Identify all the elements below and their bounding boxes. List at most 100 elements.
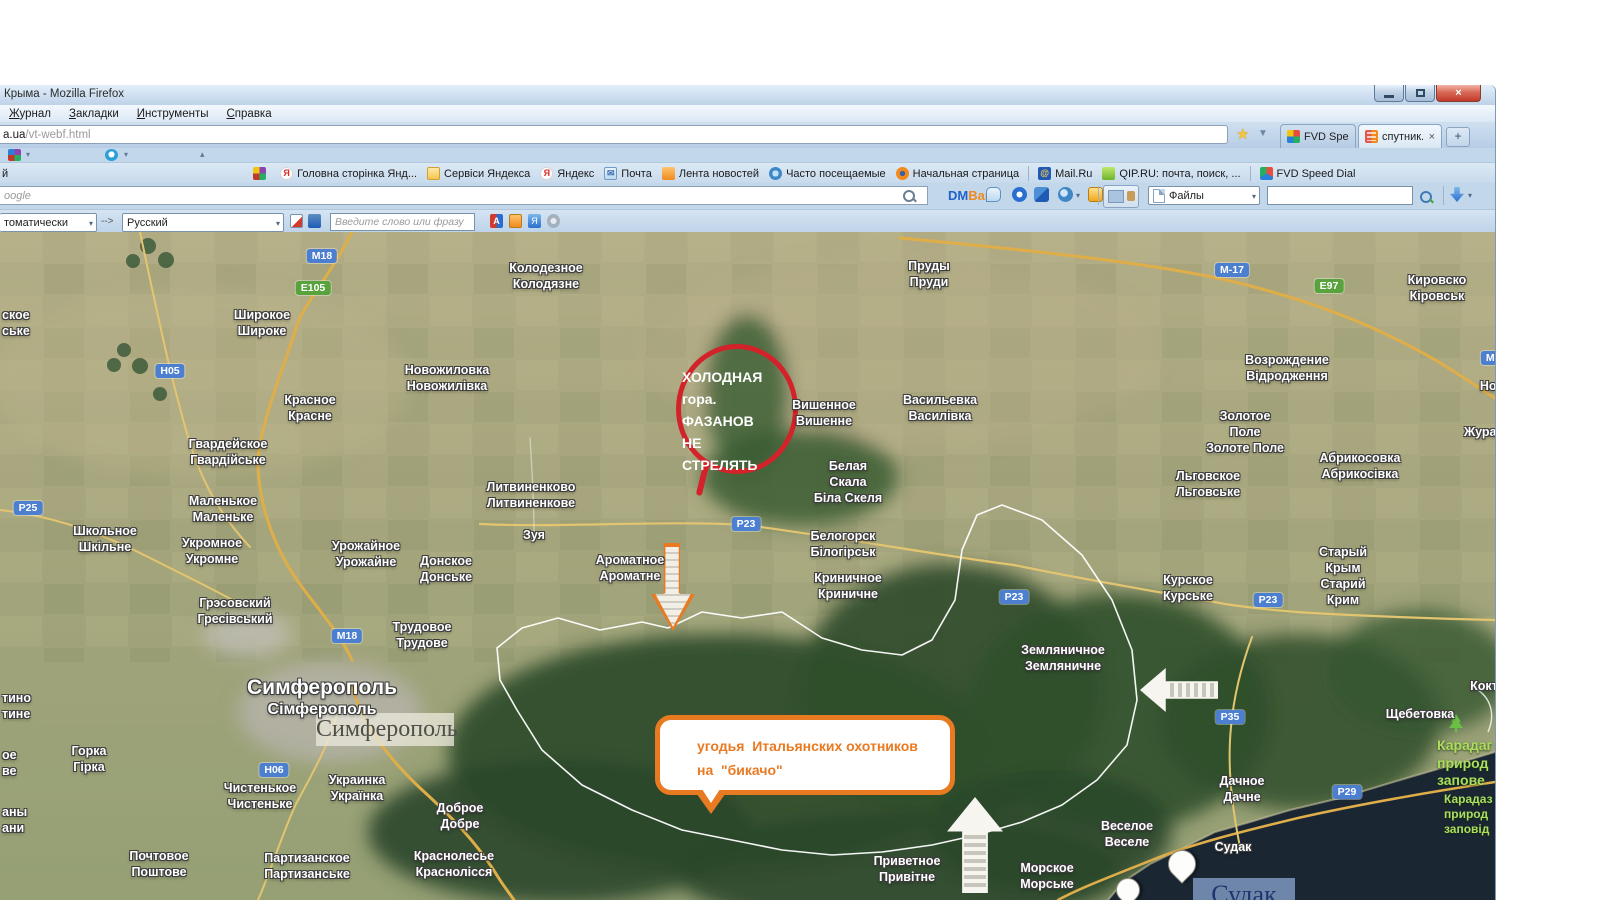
sync-icon[interactable]: [1012, 187, 1027, 202]
bookmark-item[interactable]: Часто посещаемые: [769, 167, 886, 180]
maximize-button[interactable]: [1405, 85, 1435, 102]
town-label: Журав: [1464, 424, 1495, 440]
road-badge: Р25: [14, 501, 43, 515]
bookmark-item[interactable]: @Mail.Ru: [1038, 167, 1092, 180]
chevron-down-icon[interactable]: ▾: [26, 150, 30, 159]
bookmark-item[interactable]: ЯГоловна сторінка Янд...: [280, 167, 417, 180]
browser-window: Крыма - Mozilla Firefox × ЖурналЗакладки…: [0, 85, 1496, 900]
town-label: ГрэсовскийГресівський: [197, 595, 272, 627]
town-label: ПартизанскоеПартизанське: [264, 850, 350, 882]
town-label: МаленькоеМаленьке: [189, 493, 257, 525]
map-pin[interactable]: [1111, 873, 1145, 900]
tab-fvd-speed-dial[interactable]: FVD Speed ...: [1280, 124, 1356, 148]
toolbar-separator: [1443, 186, 1444, 205]
bookmark-cut-label[interactable]: й: [2, 168, 8, 180]
town-label: ГоркаГірка: [72, 743, 107, 775]
preview-button[interactable]: [1103, 185, 1139, 208]
town-label-fragment: оеве: [2, 747, 17, 779]
bookmark-item[interactable]: Начальная страница: [896, 167, 1019, 180]
translate-from-select[interactable]: томатически ▾: [0, 213, 97, 232]
translate-page-icon[interactable]: [290, 214, 303, 228]
bookmark-item[interactable]: [253, 167, 270, 180]
chevron-down-icon: ▾: [1252, 192, 1256, 201]
chevron-down-icon[interactable]: ▾: [1076, 191, 1080, 200]
download-icon[interactable]: [1450, 187, 1464, 202]
chevron-down-icon[interactable]: ▾: [124, 150, 128, 159]
translate-word-icon[interactable]: А: [490, 214, 503, 228]
pages-icon[interactable]: [1034, 187, 1049, 202]
files-select-label: Файлы: [1169, 190, 1204, 202]
tab-sputnik-active[interactable]: спутник... ×: [1358, 124, 1442, 148]
yandex-icon: Я: [280, 167, 293, 180]
files-select[interactable]: Файлы ▾: [1148, 186, 1260, 205]
menu-item[interactable]: Инструменты: [128, 108, 218, 120]
town-label: КировскоКіровськ: [1408, 272, 1467, 304]
translate-to-select[interactable]: Русский ▾: [122, 213, 284, 232]
url-bar[interactable]: a.ua/vt-webf.html: [0, 125, 1228, 144]
bookmark-label: Яндекс: [557, 168, 594, 180]
town-label: УкраинкаУкраїнка: [329, 772, 386, 804]
screenshot-root: Крыма - Mozilla Firefox × ЖурналЗакладки…: [0, 0, 1600, 900]
town-label: ПочтовоеПоштове: [129, 848, 188, 880]
town-label: Судак: [1215, 839, 1252, 855]
window-controls: ×: [1373, 85, 1481, 102]
town-label: ЛитвиненковоЛитвиненкове: [487, 479, 576, 511]
new-tab-button[interactable]: +: [1446, 127, 1470, 147]
url-dropdown-icon[interactable]: ▼: [1258, 128, 1268, 139]
feed-icon: [662, 167, 675, 180]
clipboard-icon[interactable]: [509, 214, 522, 228]
translate-word-input[interactable]: [330, 213, 475, 231]
minimize-button[interactable]: [1374, 85, 1404, 102]
yandex-icon: Я: [540, 167, 553, 180]
menu-item[interactable]: Журнал: [0, 108, 60, 120]
road-badge: Р23: [1000, 590, 1029, 604]
addon-round-icon[interactable]: [105, 149, 118, 161]
chat-bubble-icon[interactable]: [986, 187, 1001, 202]
window-title: Крыма - Mozilla Firefox: [4, 88, 124, 100]
map-canvas[interactable]: ХОЛОДНАЯгора.ФАЗАНОВНЕСТРЕЛЯТЬ угодья Ит…: [0, 232, 1495, 900]
site-favicon: [1365, 130, 1378, 143]
collapse-toolbar-icon[interactable]: ▴: [200, 149, 205, 160]
town-label: КолодезноеКолодязне: [509, 260, 582, 292]
bookmark-item[interactable]: FVD Speed Dial: [1260, 167, 1356, 180]
tab-close-icon[interactable]: ×: [1429, 131, 1435, 143]
vocabulary-icon[interactable]: Я: [528, 214, 541, 228]
search-icon[interactable]: [903, 190, 915, 202]
translate-toolbar: томатически ▾ --> Русский ▾ А Я: [0, 209, 1495, 234]
refresh-icon[interactable]: [547, 214, 560, 228]
bookmark-item[interactable]: Я Яндекс: [540, 167, 594, 180]
bookmark-item[interactable]: Лента новостей: [662, 167, 759, 180]
town-label: ДоброеДобре: [437, 800, 484, 832]
town-label: ЗолотоеПолеЗолоте Поле: [1206, 408, 1284, 456]
bookmark-item[interactable]: Сервіси Яндекса: [427, 167, 530, 180]
grid-icon: [253, 167, 266, 180]
bookmark-star-icon[interactable]: ★: [1236, 125, 1249, 143]
title-bar[interactable]: Крыма - Mozilla Firefox ×: [0, 85, 1495, 106]
close-button[interactable]: ×: [1436, 85, 1481, 102]
globe-icon[interactable]: [1058, 187, 1073, 202]
translate-direction-label: -->: [101, 216, 114, 227]
bookmark-label: Часто посещаемые: [786, 168, 886, 180]
town-label: ВеселоеВеселе: [1101, 818, 1153, 850]
google-search-input[interactable]: [0, 186, 928, 205]
navigation-bar: a.ua/vt-webf.html ★ ▼ FVD Speed ... спут…: [0, 122, 1495, 148]
bookmark-item[interactable]: ✉Почта: [604, 167, 652, 180]
dictionary-icon[interactable]: [308, 214, 321, 228]
menu-item[interactable]: Справка: [217, 108, 280, 120]
nature-reserve-label: Карадагприродзапове: [1437, 737, 1492, 790]
town-label: ДачноеДачне: [1220, 773, 1265, 805]
search-toolbar: DMBar ▾ ▾ Файлы ▾ ▾: [0, 183, 1495, 209]
bookmark-label: Сервіси Яндекса: [444, 168, 530, 180]
menu-item[interactable]: Закладки: [60, 108, 128, 120]
firefox-icon: [896, 167, 909, 180]
road-badge: М-: [1481, 351, 1495, 365]
translate-from-label: томатически: [4, 217, 68, 229]
orange-callout-text: угодья Итальянских охотниковна "бикачо": [697, 734, 918, 782]
town-label: ВасильевкаВасилівка: [903, 392, 977, 424]
gift-icon[interactable]: [1088, 187, 1103, 202]
dmbar-search-input[interactable]: [1267, 186, 1413, 205]
chevron-down-icon[interactable]: ▾: [1468, 191, 1472, 200]
bookmark-item[interactable]: QIP.RU: почта, поиск, ...: [1102, 167, 1240, 180]
visual-bookmarks-icon[interactable]: [8, 149, 21, 161]
dmbar-search-icon[interactable]: [1420, 191, 1432, 203]
